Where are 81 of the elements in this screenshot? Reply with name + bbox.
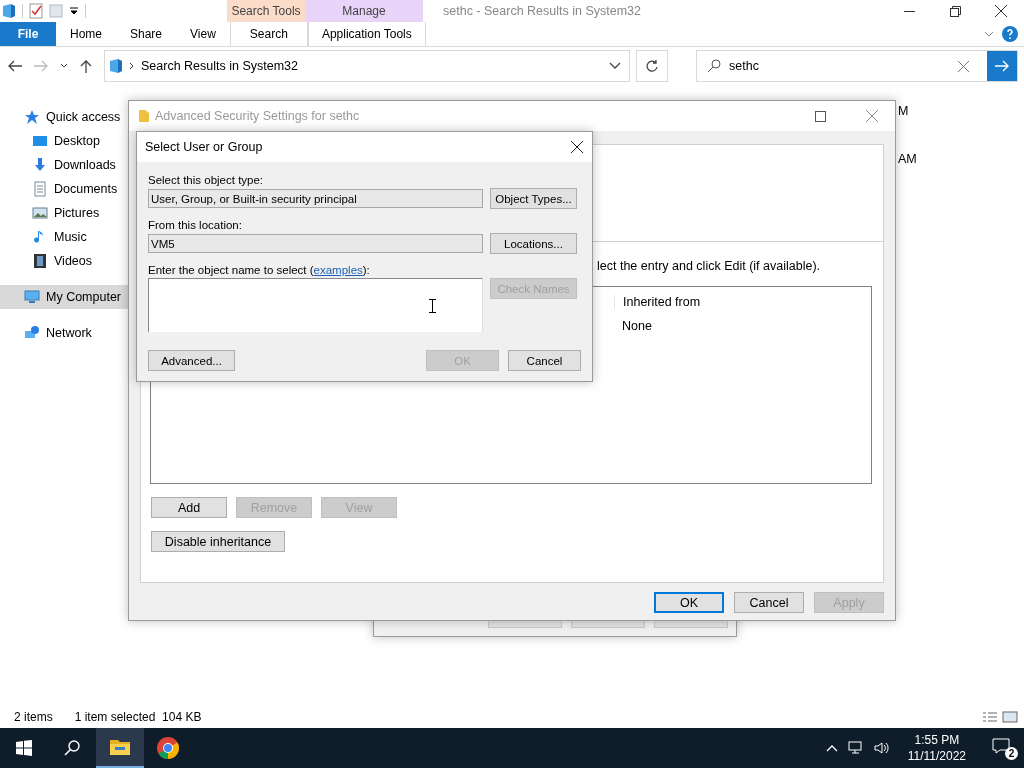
context-tab-header: Manage (305, 0, 423, 22)
sidebar-item[interactable]: Music (0, 225, 130, 249)
close-icon[interactable] (571, 141, 583, 153)
chevron-up-icon[interactable] (825, 744, 838, 752)
browser-icon (156, 736, 180, 760)
clear-icon[interactable] (958, 60, 969, 72)
windows-logo-icon (16, 740, 32, 756)
ribbon-tab[interactable]: Home (56, 22, 116, 46)
computer-icon (24, 289, 40, 305)
sidebar-item[interactable]: Pictures (0, 201, 130, 225)
dropdown-icon[interactable] (69, 6, 79, 16)
item-count: 2 items (14, 709, 53, 724)
column-header[interactable]: Inherited from (614, 295, 701, 309)
window-title: sethc - Search Results in System32 (442, 4, 642, 18)
restore-icon[interactable] (949, 5, 961, 17)
desktop-icon (32, 133, 48, 149)
context-tab-header: Search Tools (227, 0, 305, 22)
field-label: Select this object type: (148, 174, 264, 186)
sidebar-item[interactable]: Network (0, 321, 130, 345)
arrow-right-icon (995, 60, 1009, 72)
download-icon (32, 157, 48, 173)
back-icon[interactable] (8, 60, 22, 72)
table-cell: None (622, 319, 652, 333)
window-title: Select User or Group (145, 140, 264, 154)
recent-dropdown-icon[interactable] (60, 63, 68, 69)
location-field: VM5 (148, 234, 483, 253)
search-icon (707, 59, 721, 73)
search-field[interactable]: sethc (696, 50, 1018, 82)
close-icon[interactable] (995, 5, 1007, 17)
sidebar-item[interactable]: Quick access (0, 105, 130, 129)
file-explorer-taskbar-button[interactable] (96, 728, 144, 768)
folder-icon (2, 3, 16, 19)
star-icon (24, 109, 40, 125)
pictures-icon (32, 205, 48, 221)
sidebar-item[interactable]: Desktop (0, 129, 130, 153)
dialog-button[interactable]: Add (151, 497, 227, 518)
sidebar-item[interactable]: My Computer (0, 285, 130, 309)
ribbon-tab[interactable]: Share (116, 22, 177, 46)
text-cursor-icon (429, 299, 436, 313)
search-icon (64, 740, 80, 756)
folder-icon (109, 58, 123, 74)
object-types-button[interactable]: Object Types... (490, 188, 577, 209)
address-bar[interactable]: Search Results in System32 (104, 50, 630, 82)
ribbon-tab[interactable]: Application Tools (307, 22, 426, 46)
file-list-text: M (898, 104, 909, 118)
properties-icon[interactable] (29, 3, 43, 19)
sidebar-item[interactable]: Downloads (0, 153, 130, 177)
advanced-button[interactable]: Advanced... (148, 350, 235, 371)
window-title: Advanced Security Settings for sethc (155, 109, 361, 123)
help-icon[interactable] (1002, 26, 1018, 42)
chevron-icon[interactable] (129, 62, 135, 70)
sidebar-item[interactable]: Videos (0, 249, 130, 273)
object-name-field[interactable] (148, 278, 483, 332)
field-label: Enter the object name to select (examples): (148, 264, 370, 276)
instruction-text: lect the entry and click Edit (if available). (597, 259, 821, 273)
ribbon-tab[interactable]: Search (229, 22, 308, 46)
dialog-button[interactable]: OK (654, 592, 724, 613)
maximize-icon[interactable] (814, 110, 826, 122)
folder-icon (109, 738, 131, 756)
object-type-field: User, Group, or Built-in security principal (148, 189, 483, 208)
ribbon-tab[interactable]: View (176, 22, 230, 46)
video-icon (32, 253, 48, 269)
search-go-button[interactable] (987, 51, 1017, 81)
dropdown-icon[interactable] (609, 62, 621, 70)
ribbon-tab[interactable]: File (0, 22, 56, 46)
document-icon (32, 181, 48, 197)
disable-inheritance-button[interactable]: Disable inheritance (151, 531, 285, 552)
folder-icon (139, 109, 149, 123)
refresh-button[interactable] (636, 50, 668, 82)
file-list-text: AM (898, 152, 917, 166)
locations-button[interactable]: Locations... (490, 233, 577, 254)
volume-icon[interactable] (873, 741, 890, 755)
dialog-button[interactable]: Cancel (734, 592, 804, 613)
field-label: From this location: (148, 219, 242, 231)
clock[interactable]: 1:55 PM 11/11/2022 (899, 732, 974, 764)
sidebar-item[interactable]: Documents (0, 177, 130, 201)
selection-info: 1 item selected 104 KB (74, 709, 202, 724)
refresh-icon (645, 59, 659, 73)
up-icon[interactable] (80, 59, 92, 73)
examples-link[interactable]: examples (313, 264, 363, 276)
dialog-button[interactable]: Cancel (508, 350, 581, 371)
